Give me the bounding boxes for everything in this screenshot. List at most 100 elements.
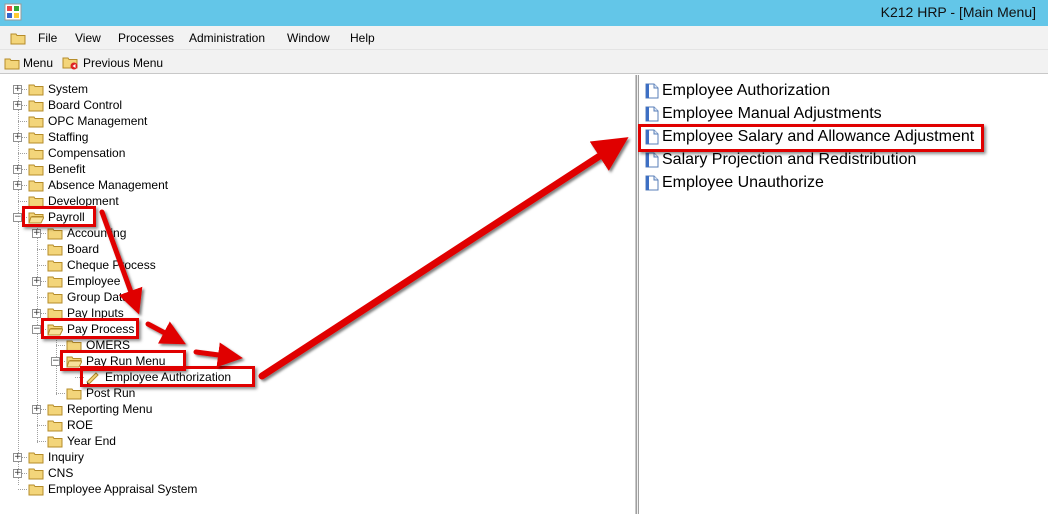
tree-node-label: Employee Authorization (105, 370, 232, 384)
tree-collapse-button[interactable]: − (51, 357, 60, 366)
folder-icon (66, 388, 82, 400)
tree-node-label: Employee (67, 274, 121, 288)
folder-icon (28, 148, 44, 160)
tree-node-label: Year End (67, 434, 116, 448)
tree-node[interactable]: Group Data (47, 289, 129, 305)
tree-expand-button[interactable]: + (32, 229, 41, 238)
tree-node[interactable]: Employee (47, 273, 120, 289)
tree-node-label: OMERS (86, 338, 131, 352)
folder-icon (28, 196, 44, 208)
tree-expand-button[interactable]: + (32, 405, 41, 414)
menu-list-item[interactable]: Salary Projection and Redistribution (645, 150, 916, 170)
tree-node[interactable]: Employee Appraisal System (28, 481, 197, 497)
tree-node[interactable]: Post Run (66, 385, 135, 401)
menu-list-item[interactable]: Employee Authorization (645, 81, 830, 101)
tree-node[interactable]: Pay Inputs (47, 305, 124, 321)
folder-icon (47, 324, 63, 336)
tree-node-label: Inquiry (48, 450, 85, 464)
tree-node[interactable]: OPC Management (28, 113, 147, 129)
menu-list-item[interactable]: Employee Manual Adjustments (645, 104, 882, 124)
tree-node-label: Staffing (48, 130, 89, 144)
previous-menu-button[interactable]: Previous Menu (62, 54, 163, 72)
tree-expand-button[interactable]: + (13, 85, 22, 94)
tree-node[interactable]: Benefit (28, 161, 85, 177)
tree-node[interactable]: Board (47, 241, 99, 257)
menu-file[interactable]: File (38, 31, 57, 45)
tree-connector-line (37, 297, 46, 298)
tree-node[interactable]: Accounting (47, 225, 126, 241)
window-title: K212 HRP - [Main Menu] (880, 4, 1036, 20)
tree-node[interactable]: ROE (47, 417, 93, 433)
tree-expand-button[interactable]: + (32, 309, 41, 318)
tree-node-label: Development (48, 194, 119, 208)
menu-button-label: Menu (23, 56, 54, 70)
tree-node[interactable]: Cheque Process (47, 257, 156, 273)
tree-node-label: Board (67, 242, 100, 256)
tree-connector-line (18, 121, 27, 122)
folder-icon (28, 180, 44, 192)
menu-list-item-label: Employee Manual Adjustments (662, 105, 882, 122)
folder-back-icon (62, 57, 78, 70)
tree-collapse-button[interactable]: − (32, 325, 41, 334)
folder-icon (47, 404, 63, 416)
tree-node-label: System (48, 82, 89, 96)
menu-leaf-icon (86, 372, 99, 384)
tree-node[interactable]: Year End (47, 433, 116, 449)
tree-node[interactable]: Pay Process (47, 321, 134, 337)
toolbar: Menu Previous Menu (0, 50, 1048, 74)
tree-expand-button[interactable]: + (13, 453, 22, 462)
tree-node[interactable]: Pay Run Menu (66, 353, 165, 369)
tree-expand-button[interactable]: + (13, 133, 22, 142)
menu-list-item[interactable]: Employee Salary and Allowance Adjustment (645, 127, 974, 147)
tree-node[interactable]: Inquiry (28, 449, 84, 465)
folder-icon (47, 260, 63, 272)
folder-icon (47, 276, 63, 288)
tree-node[interactable]: CNS (28, 465, 73, 481)
title-bar: K212 HRP - [Main Menu] (0, 0, 1048, 26)
menu-list-item-label: Employee Unauthorize (662, 174, 824, 191)
tree-expand-button[interactable]: + (13, 181, 22, 190)
menu-processes[interactable]: Processes (118, 31, 174, 45)
tree-connector-line (37, 265, 46, 266)
tree-node[interactable]: Staffing (28, 129, 88, 145)
document-icon (645, 106, 659, 122)
menu-view[interactable]: View (75, 31, 101, 45)
tree-expand-button[interactable]: + (13, 165, 22, 174)
tree-connector-line (75, 377, 84, 378)
folder-icon (47, 244, 63, 256)
folder-icon (47, 292, 63, 304)
folder-icon (47, 420, 63, 432)
document-icon (645, 152, 659, 168)
tree-node-label: Compensation (48, 146, 126, 160)
tree-node[interactable]: Absence Management (28, 177, 168, 193)
tree-node-label: Board Control (48, 98, 123, 112)
folder-icon (47, 436, 63, 448)
tree-expand-button[interactable]: + (13, 101, 22, 110)
tree-node-label: ROE (67, 418, 94, 432)
menu-window[interactable]: Window (287, 31, 330, 45)
tree-connector-line (37, 425, 46, 426)
folder-icon (28, 100, 44, 112)
tree-node[interactable]: OMERS (66, 337, 130, 353)
tree-collapse-button[interactable]: − (13, 213, 22, 222)
tree-expand-button[interactable]: + (32, 277, 41, 286)
tree-node-label: Cheque Process (67, 258, 156, 272)
tree-connector-line (56, 345, 65, 346)
tree-node[interactable]: Reporting Menu (47, 401, 152, 417)
tree-expand-button[interactable]: + (13, 469, 22, 478)
tree-node-label: Employee Appraisal System (48, 482, 198, 496)
tree-node[interactable]: Compensation (28, 145, 125, 161)
tree-node-label: Absence Management (48, 178, 169, 192)
folder-icon (10, 33, 26, 45)
tree-node[interactable]: Employee Authorization (85, 369, 231, 385)
tree-node[interactable]: System (28, 81, 88, 97)
menu-help[interactable]: Help (350, 31, 375, 45)
folder-icon (28, 452, 44, 464)
tree-node[interactable]: Board Control (28, 97, 122, 113)
menu-button[interactable]: Menu (4, 54, 53, 72)
tree-node[interactable]: Development (28, 193, 119, 209)
menu-administration[interactable]: Administration (189, 31, 265, 45)
tree-node[interactable]: Payroll (28, 209, 85, 225)
menu-list-item-label: Employee Salary and Allowance Adjustment (662, 128, 975, 145)
menu-list-item[interactable]: Employee Unauthorize (645, 173, 824, 193)
